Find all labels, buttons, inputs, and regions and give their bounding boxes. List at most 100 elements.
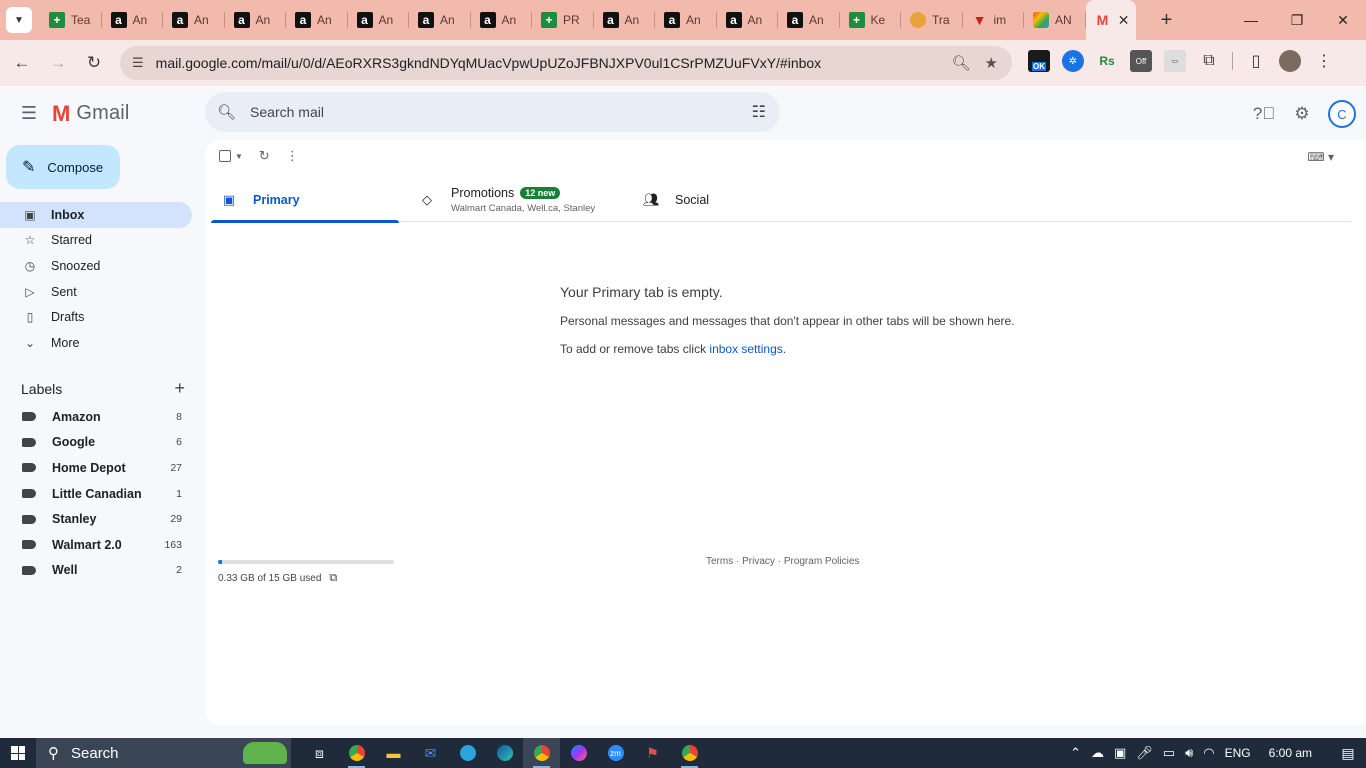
browser-tab[interactable]: a An	[348, 0, 410, 40]
search-input[interactable]	[250, 104, 752, 120]
browser-tab[interactable]: a An	[471, 0, 533, 40]
browser-tab[interactable]: a An	[717, 0, 779, 40]
rs-extension-icon[interactable]: Rs	[1096, 50, 1118, 72]
browser-tab[interactable]: a An	[225, 0, 287, 40]
tab-primary[interactable]: ▣ Primary	[211, 178, 399, 223]
sidebar-item-drafts[interactable]: ▯ Drafts	[0, 304, 192, 330]
sidebar-item-inbox[interactable]: ▣ Inbox	[0, 202, 192, 228]
browser-tab[interactable]: + PR	[532, 0, 594, 40]
open-external-icon[interactable]: ⧉	[329, 572, 337, 585]
label-item-amazon[interactable]: Amazon 8	[0, 404, 192, 430]
cloud-offline-icon[interactable]: ☁	[1091, 745, 1104, 761]
back-button[interactable]: ←	[8, 49, 36, 77]
clock[interactable]: 6:00 am	[1269, 746, 1312, 760]
close-icon[interactable]: ✕	[1118, 12, 1130, 29]
minimize-icon[interactable]: —	[1228, 0, 1274, 40]
account-avatar[interactable]: C	[1328, 100, 1356, 128]
privacy-link[interactable]: Privacy	[742, 556, 775, 567]
label-item-stanley[interactable]: Stanley 29	[0, 506, 192, 532]
browser-tab[interactable]: a An	[409, 0, 471, 40]
sidebar-item-starred[interactable]: ☆ Starred	[0, 228, 192, 254]
bookmark-star-icon[interactable]: ★	[985, 54, 998, 72]
chrome-profile-icon[interactable]	[671, 738, 708, 768]
label-item-home-depot[interactable]: Home Depot 27	[0, 455, 192, 481]
browser-tab[interactable]: AN	[1024, 0, 1086, 40]
site-info-icon[interactable]: ☰	[132, 55, 144, 71]
image-extension-icon[interactable]: ▭	[1164, 50, 1186, 72]
puzzle-icon[interactable]: ⧉	[1198, 50, 1220, 72]
browser-tab[interactable]: a An	[163, 0, 225, 40]
start-button[interactable]	[0, 738, 36, 768]
off-extension-icon[interactable]: Off	[1130, 50, 1152, 72]
url-text[interactable]: mail.google.com/mail/u/0/d/AEoRXRS3gkndN…	[156, 55, 952, 71]
zoom-app-icon[interactable]: zm	[597, 738, 634, 768]
program-policies-link[interactable]: Program Policies	[784, 556, 860, 567]
browser-tab[interactable]: ▼ im	[963, 0, 1025, 40]
browser-tab[interactable]: a An	[778, 0, 840, 40]
select-all-checkbox[interactable]: ▼	[219, 150, 243, 162]
close-window-icon[interactable]: ✕	[1320, 0, 1366, 40]
ok-extension-icon[interactable]: OK	[1028, 50, 1050, 72]
browser-tab[interactable]: a An	[102, 0, 164, 40]
label-item-walmart[interactable]: Walmart 2.0 163	[0, 532, 192, 558]
create-label-icon[interactable]: +	[174, 378, 185, 399]
battery-icon[interactable]: ▭	[1163, 745, 1175, 761]
side-panel-icon[interactable]: ▯	[1245, 50, 1267, 72]
gmail-logo[interactable]: M Gmail	[52, 102, 130, 125]
tab-promotions[interactable]: ◇ Promotions 12 new Walmart Canada, Well…	[409, 178, 621, 222]
more-actions-icon[interactable]: ⋮	[286, 148, 299, 164]
blue-extension-icon[interactable]: ✲	[1062, 50, 1084, 72]
mail-icon[interactable]: ✉	[412, 738, 449, 768]
gear-icon[interactable]: ⚙	[1290, 102, 1314, 126]
input-tools-icon[interactable]: ⌨ ▾	[1307, 150, 1334, 164]
browser-tab[interactable]: a An	[655, 0, 717, 40]
sidebar-item-sent[interactable]: ▷ Sent	[0, 279, 192, 305]
search-icon[interactable]: 🔍︎	[217, 103, 236, 121]
chrome-active-icon[interactable]	[523, 738, 560, 768]
sidebar-item-more[interactable]: ⌄ More	[0, 330, 192, 356]
tab-social[interactable]: 👥︎ Social	[633, 178, 793, 222]
new-tab-button[interactable]: +	[1154, 7, 1180, 33]
meet-now-icon[interactable]: ▣	[1114, 745, 1126, 761]
app-icon[interactable]: ⚑	[634, 738, 671, 768]
notification-icon[interactable]: ▤	[1330, 738, 1366, 768]
browser-tab[interactable]: + Ke	[840, 0, 902, 40]
browser-tab[interactable]: a An	[286, 0, 348, 40]
label-item-little-canadian[interactable]: Little Canadian 1	[0, 481, 192, 507]
browser-tab[interactable]: a An	[594, 0, 656, 40]
taskbar-search[interactable]: ⚲ Search	[36, 738, 291, 768]
browser-tab[interactable]: + Tea	[40, 0, 102, 40]
tab-search-button[interactable]: ▼	[6, 7, 32, 33]
help-icon[interactable]: ?⃝	[1252, 102, 1276, 126]
search-options-icon[interactable]: ☷	[752, 102, 766, 122]
microphone-icon[interactable]: 🎤︎	[1136, 745, 1153, 761]
edge-icon[interactable]	[486, 738, 523, 768]
task-view-icon[interactable]: ⧈	[301, 738, 338, 768]
chevron-up-icon[interactable]: ⌃	[1070, 745, 1081, 761]
label-item-google[interactable]: Google 6	[0, 430, 192, 456]
wifi-icon[interactable]: ◠	[1203, 745, 1214, 761]
language-indicator[interactable]: ENG	[1225, 746, 1251, 760]
volume-icon[interactable]: 🔊︎	[1185, 745, 1193, 761]
label-item-well[interactable]: Well 2	[0, 558, 192, 584]
refresh-icon[interactable]: ↻	[259, 148, 270, 164]
terms-link[interactable]: Terms	[706, 556, 733, 567]
browser-tab[interactable]: Tra	[901, 0, 963, 40]
telegram-icon[interactable]	[449, 738, 486, 768]
reload-button[interactable]: ↻	[80, 49, 108, 77]
browser-tab-active[interactable]: M ✕	[1085, 0, 1136, 40]
profile-avatar[interactable]	[1279, 50, 1301, 72]
compose-button[interactable]: ✎ Compose	[6, 145, 120, 189]
zoom-icon[interactable]: 🔍︎	[952, 54, 971, 72]
messenger-icon[interactable]	[560, 738, 597, 768]
restore-icon[interactable]: ❐	[1274, 0, 1320, 40]
chrome-icon[interactable]	[338, 738, 375, 768]
forward-button[interactable]: →	[44, 49, 72, 77]
sidebar-item-snoozed[interactable]: ◷ Snoozed	[0, 253, 192, 279]
main-menu-icon[interactable]: ☰	[18, 102, 40, 124]
window-controls: — ❐ ✕	[1228, 0, 1366, 40]
address-bar[interactable]: ☰ mail.google.com/mail/u/0/d/AEoRXRS3gkn…	[120, 46, 1012, 80]
kebab-menu-icon[interactable]: ⋮	[1313, 50, 1335, 72]
inbox-settings-link[interactable]: inbox settings	[709, 342, 782, 356]
file-explorer-icon[interactable]: ▬	[375, 738, 412, 768]
